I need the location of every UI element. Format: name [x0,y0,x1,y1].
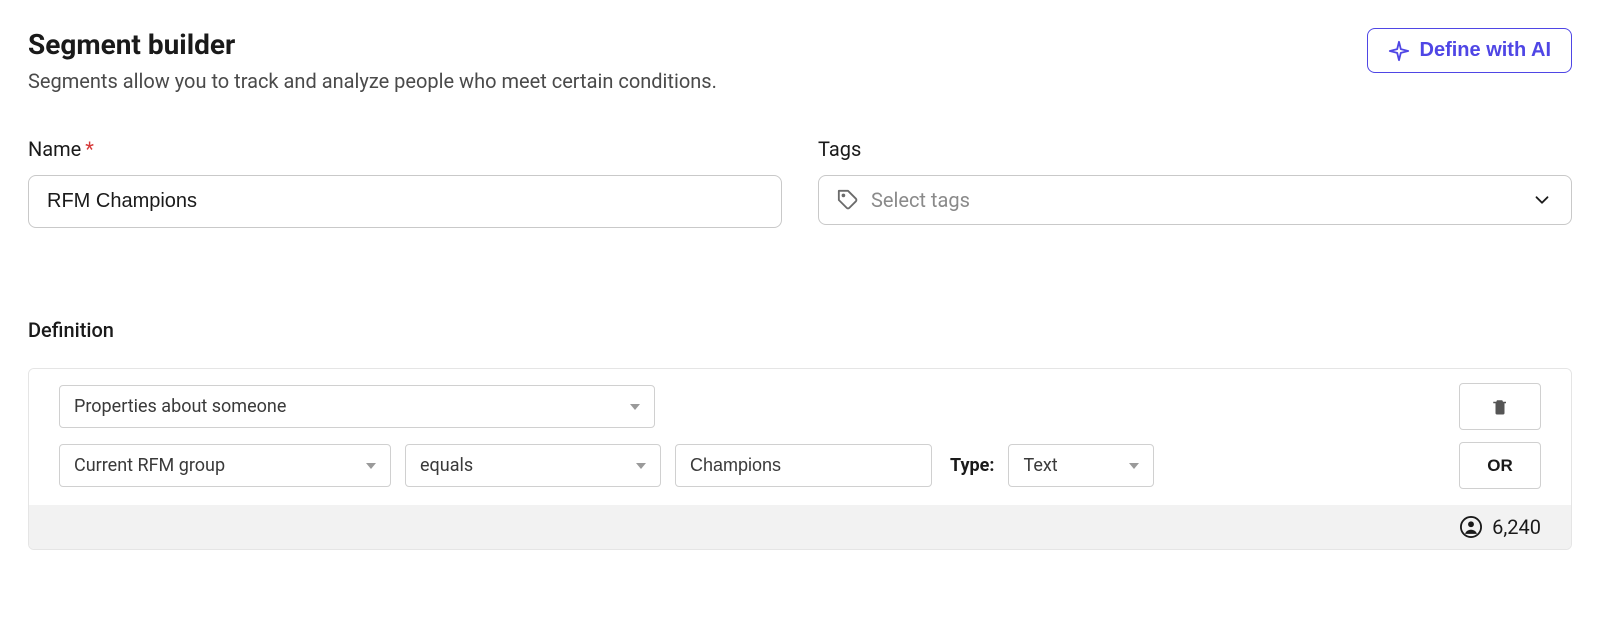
type-select[interactable]: Text [1008,444,1154,487]
chevron-down-icon [1531,189,1553,211]
required-indicator: * [85,137,94,161]
delete-condition-button[interactable] [1459,383,1541,430]
operator-select[interactable]: equals [405,444,661,487]
value-input[interactable] [675,444,932,487]
condition-category-select[interactable]: Properties about someone [59,385,655,428]
name-label: Name* [28,137,782,161]
name-input[interactable] [28,175,782,228]
type-value: Text [1023,455,1057,476]
definition-heading: Definition [28,318,1572,342]
condition-category-value: Properties about someone [74,396,286,417]
definition-container: Properties about someone Current RFM gro… [28,368,1572,550]
property-value: Current RFM group [74,455,225,476]
define-with-ai-button[interactable]: Define with AI [1367,28,1572,73]
caret-down-icon [366,463,376,469]
page-title: Segment builder [28,28,717,61]
sparkle-icon [1388,40,1410,62]
people-count: 6,240 [1492,515,1541,539]
operator-value: equals [420,455,473,476]
property-select[interactable]: Current RFM group [59,444,391,487]
or-label: OR [1487,456,1513,476]
or-button[interactable]: OR [1459,442,1541,489]
page-subtitle: Segments allow you to track and analyze … [28,69,717,93]
tags-select[interactable]: Select tags [818,175,1572,225]
caret-down-icon [636,463,646,469]
trash-icon [1491,397,1509,417]
ai-button-label: Define with AI [1420,39,1551,62]
tags-label: Tags [818,137,1572,161]
tags-placeholder: Select tags [871,188,1519,212]
type-label: Type: [950,455,994,476]
person-icon [1460,516,1482,538]
caret-down-icon [630,404,640,410]
definition-footer: 6,240 [29,505,1571,549]
caret-down-icon [1129,463,1139,469]
tag-icon [837,189,859,211]
